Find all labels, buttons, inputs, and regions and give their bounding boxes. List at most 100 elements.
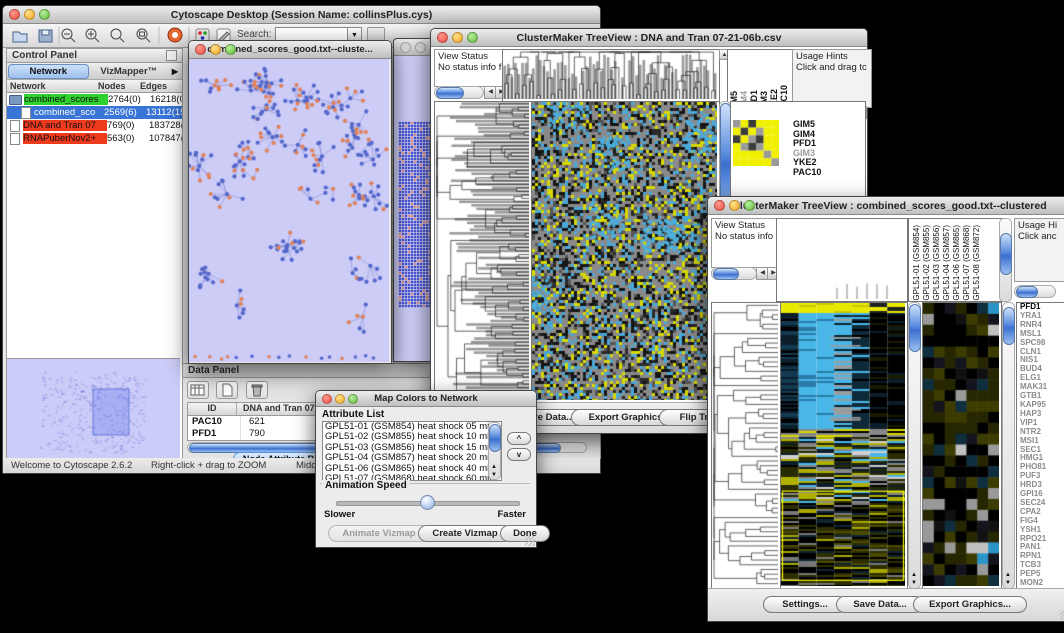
tab-network[interactable]: Network [8, 64, 89, 79]
tv1-row-label[interactable]: PAC10 [793, 168, 821, 178]
tv2-export-graphics-button[interactable]: Export Graphics... [913, 596, 1027, 613]
network-overview-canvas[interactable] [7, 359, 180, 462]
tv2-column-label[interactable]: GPL51-02 (GSM855) [922, 225, 931, 301]
window-controls[interactable] [9, 9, 50, 20]
create-vizmap-button[interactable]: Create Vizmap [418, 525, 512, 542]
move-down-button[interactable]: v [507, 448, 531, 461]
tv1-global-heatmap[interactable] [531, 101, 720, 403]
faster-label: Faster [497, 509, 526, 520]
delete-attribute-icon[interactable] [246, 381, 268, 399]
minimize-button[interactable] [210, 44, 221, 55]
close-button[interactable] [9, 9, 20, 20]
col-network[interactable]: Network [7, 81, 98, 91]
tv2-save-data-button[interactable]: Save Data... [836, 596, 924, 613]
document-icon [21, 107, 31, 119]
zoom-button[interactable] [467, 32, 478, 43]
tv2-genelist-vscrollbar[interactable]: ▲ ▼ [1002, 302, 1015, 589]
close-button[interactable] [437, 32, 448, 43]
minimize-button[interactable] [452, 32, 463, 43]
speed-slider-thumb[interactable] [420, 495, 435, 510]
zoom-button[interactable] [348, 394, 358, 404]
close-button[interactable] [714, 200, 725, 211]
control-panel-title: Control Panel [12, 50, 77, 61]
minimize-button[interactable] [24, 9, 35, 20]
tv1-usage-hints: Usage HintsClick and drag tc [792, 49, 872, 108]
slower-label: Slower [324, 509, 355, 520]
tv2-column-labels[interactable]: GPL51-01 (GSM854)GPL51-02 (GSM855)GPL51-… [908, 218, 1003, 302]
tv2-heatmap-vscrollbar[interactable]: ▲ ▼ [908, 302, 921, 589]
gene-label[interactable]: MON2 [1020, 579, 1064, 588]
close-button[interactable] [400, 42, 411, 53]
network-window-1[interactable]: combined_scores_good.txt--cluste... [188, 40, 392, 364]
network-table-row[interactable]: combined_sco2569(6)13112(15) [7, 106, 182, 119]
control-panel-tabs: Network VizMapper™ ▶ [7, 63, 182, 80]
tv2-settings-button[interactable]: Settings... [763, 596, 847, 613]
tv1-row-dendrogram[interactable] [434, 101, 532, 403]
tv2-zoom-heatmap[interactable] [922, 302, 1002, 589]
zoom-button[interactable] [744, 200, 755, 211]
desktop: Cytoscape Desktop (Session Name: collins… [0, 0, 1064, 633]
close-button[interactable] [322, 394, 332, 404]
tv2-gene-labels[interactable]: PFD1YRA1RNR4MSL1SPC98CLN1NIS1BUD4ELG1MAK… [1016, 302, 1064, 589]
network-table-row[interactable]: DNA and Tran 07769(0)183728(0) [7, 119, 182, 132]
network-view-canvas-2[interactable] [394, 56, 434, 361]
network-view-canvas[interactable] [189, 59, 389, 362]
col-edges[interactable]: Edges [140, 81, 182, 91]
select-attributes-icon[interactable] [187, 381, 209, 399]
tab-overflow-arrow-icon[interactable]: ▶ [168, 67, 182, 76]
main-titlebar[interactable]: Cytoscape Desktop (Session Name: collins… [3, 6, 600, 24]
tv2-column-dendrogram[interactable] [776, 218, 908, 302]
attribute-listbox[interactable]: GPL51-01 (GSM854) heat shock 05 minGPL51… [322, 421, 502, 481]
tv2-button-bar: Settings... Save Data... Export Graphics… [708, 588, 1064, 621]
tv1-column-dendrogram[interactable] [502, 49, 720, 102]
tv1-status-hscrollbar[interactable] [434, 86, 484, 99]
map-colors-dialog: Map Colors to Network Attribute List GPL… [315, 390, 537, 548]
network-overview-panel[interactable] [7, 358, 180, 462]
col-nodes[interactable]: Nodes [98, 81, 140, 91]
tv2-hints-hscrollbar[interactable] [1014, 285, 1056, 298]
tv2-column-label[interactable]: GPL51-04 (GSM857) [942, 225, 951, 301]
tv2-column-label[interactable]: GPL51-06 (GSM865) [952, 225, 961, 301]
treeview2-title: ClusterMaker TreeView : combined_scores_… [708, 200, 1064, 212]
minimize-button[interactable] [415, 42, 426, 53]
move-up-button[interactable]: ^ [507, 432, 531, 445]
network-table-header[interactable]: Network Nodes Edges [7, 80, 182, 93]
main-window-title: Cytoscape Desktop (Session Name: collins… [3, 9, 600, 21]
network-table-body: combined_scores2764(0)16218(0)combined_s… [7, 93, 182, 145]
search-label: Search: [237, 29, 271, 40]
tv2-row-dendrogram[interactable] [711, 302, 781, 589]
new-attribute-icon[interactable] [216, 381, 238, 399]
control-panel: Control Panel Network VizMapper™ ▶ Netwo… [6, 48, 183, 463]
close-button[interactable] [195, 44, 206, 55]
tv2-column-label[interactable]: GPL51-03 (GSM856) [932, 225, 941, 301]
folder-icon [9, 95, 22, 105]
control-panel-header: Control Panel [7, 49, 182, 63]
treeview2-window: ClusterMaker TreeView : combined_scores_… [707, 196, 1064, 622]
tv2-column-label[interactable]: GPL51-08 (GSM872) [972, 225, 981, 301]
tv2-status-hscrollbar[interactable] [711, 267, 757, 280]
zoom-button[interactable] [225, 44, 236, 55]
treeview1-title: ClusterMaker TreeView : DNA and Tran 07-… [431, 32, 867, 44]
attribute-list-vscrollbar[interactable]: ▲ ▼ [488, 422, 501, 480]
float-panel-icon[interactable] [166, 50, 177, 61]
animation-speed-label: Animation Speed [322, 480, 410, 491]
tv2-global-heatmap[interactable] [780, 302, 908, 589]
tv1-row-labels[interactable]: GIM5GIM4PFD1GIM3YKE2PAC10 [793, 120, 821, 177]
minimize-button[interactable] [335, 394, 345, 404]
status-welcome: Welcome to Cytoscape 2.6.2 [11, 460, 132, 471]
network-table-row[interactable]: RNAPuberNov2+563(0)107847(0) [7, 132, 182, 145]
tv1-view-status: View StatusNo status info f [434, 49, 506, 87]
document-icon [10, 120, 20, 132]
animate-vizmap-button[interactable]: Animate Vizmap [328, 525, 430, 542]
network-table-row[interactable]: combined_scores2764(0)16218(0) [7, 93, 182, 106]
zoom-button[interactable] [39, 9, 50, 20]
tv1-zoom-heatmap[interactable] [733, 120, 779, 166]
tab-vizmapper[interactable]: VizMapper™ [90, 66, 169, 77]
tv2-column-label[interactable]: GPL51-07 (GSM868) [962, 225, 971, 301]
attr-col-id[interactable]: ID [188, 403, 237, 415]
tv2-column-label[interactable]: GPL51-01 (GSM854) [912, 225, 921, 301]
tv2-view-status: View StatusNo status info t [711, 218, 781, 268]
tv2-collabel-vscrollbar[interactable] [999, 218, 1012, 302]
minimize-button[interactable] [729, 200, 740, 211]
network-window-2[interactable] [393, 38, 435, 362]
